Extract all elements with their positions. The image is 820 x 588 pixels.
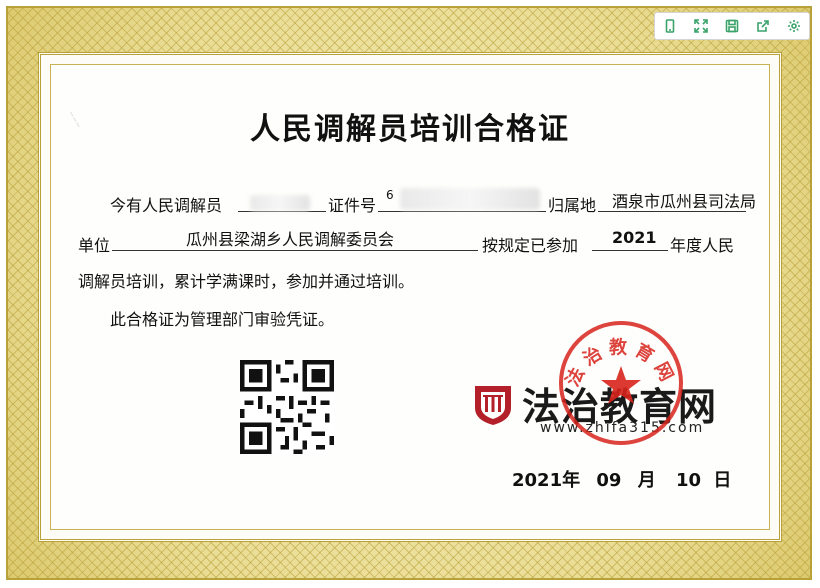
redacted-id bbox=[400, 188, 540, 210]
attend-label: 按规定已参加 bbox=[482, 236, 579, 255]
settings-icon[interactable] bbox=[785, 17, 803, 35]
date-month-unit: 月 bbox=[637, 470, 656, 491]
date-month: 09 bbox=[596, 470, 622, 491]
issue-date: 2021年 09 月 10 日 bbox=[512, 466, 731, 492]
validation-statement: 此合格证为管理部门审验凭证。 bbox=[110, 310, 335, 329]
region-label: 归属地 bbox=[548, 196, 597, 215]
mediator-label: 今有人民调解员 bbox=[110, 196, 223, 215]
qr-code[interactable] bbox=[240, 360, 334, 454]
date-day: 10 bbox=[676, 470, 702, 491]
share-icon[interactable] bbox=[754, 17, 772, 35]
unit-value: 瓜州县梁湖乡人民调解委员会 bbox=[186, 230, 395, 249]
mobile-icon[interactable] bbox=[661, 17, 679, 35]
date-year: 2021年 bbox=[512, 470, 581, 491]
unit-underline bbox=[112, 250, 478, 251]
id-label: 证件号 bbox=[328, 196, 377, 215]
redacted-name bbox=[250, 195, 310, 211]
image-toolbar bbox=[654, 12, 810, 40]
year-suffix: 年度人民 bbox=[670, 236, 735, 255]
region-value: 酒泉市瓜州县司法局 bbox=[612, 192, 757, 211]
certificate-page: ┆ 人民调解员培训合格证 今有人民调解员 证件号 6 归属地 酒泉市瓜州县司法局… bbox=[0, 0, 820, 588]
official-seal: 法治教育网 bbox=[556, 318, 686, 448]
id-partial: 6 bbox=[386, 188, 394, 202]
shield-icon bbox=[475, 385, 511, 425]
save-icon[interactable] bbox=[723, 17, 741, 35]
id-underline bbox=[378, 211, 546, 212]
certificate-title: 人民调解员培训合格证 bbox=[250, 112, 570, 147]
name-underline bbox=[238, 211, 326, 212]
year-underline bbox=[592, 250, 668, 251]
unit-label: 单位 bbox=[78, 236, 111, 255]
expand-icon[interactable] bbox=[692, 17, 710, 35]
training-statement: 调解员培训，累计学满课时，参加并通过培训。 bbox=[78, 272, 415, 291]
training-year: 2021 bbox=[612, 228, 657, 247]
date-day-unit: 日 bbox=[713, 470, 732, 491]
